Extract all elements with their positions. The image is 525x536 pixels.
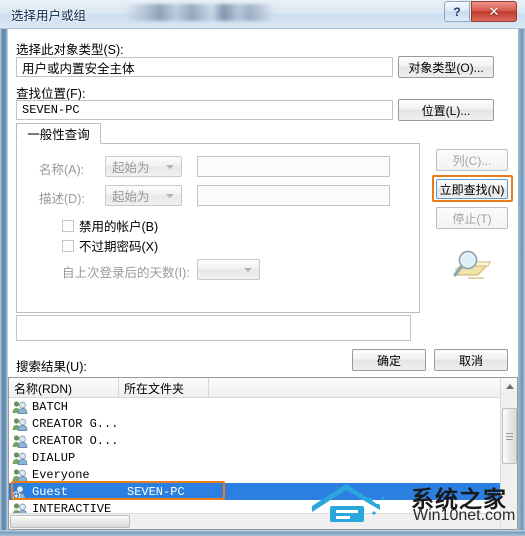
row-name: DIALUP	[32, 450, 76, 465]
table-row[interactable]: DIALUP	[9, 449, 517, 466]
scroll-up-button[interactable]	[501, 378, 517, 395]
cancel-button[interactable]: 取消	[434, 349, 508, 371]
window-controls: ? ✕	[444, 1, 517, 22]
row-name: CREATOR G...	[32, 416, 119, 431]
listview-header: 名称(RDN) 所在文件夹	[9, 378, 517, 398]
search-results-label: 搜索结果(U):	[16, 360, 87, 374]
magnifier-folder-icon	[448, 249, 492, 290]
tab-common-queries[interactable]: 一般性查询	[16, 123, 101, 144]
name-condition-value: 起始为	[112, 161, 150, 175]
table-row[interactable]: BATCH	[9, 398, 517, 415]
group-icon	[12, 451, 28, 465]
row-name: Everyone	[32, 467, 90, 482]
listview-rows: BATCH CREATOR G... CREATOR O... DIALUP Every…	[9, 398, 517, 529]
days-since-logon-combo[interactable]	[197, 259, 260, 280]
find-now-button[interactable]: 立即查找(N)	[436, 179, 508, 199]
group-icon	[12, 434, 28, 448]
title-bar: 选择用户或组 ? ✕	[0, 0, 525, 29]
search-results-listview[interactable]: 名称(RDN) 所在文件夹 BATCH CREATOR G... CREATOR O…	[8, 377, 518, 530]
common-queries-pane: 名称(A): 起始为 描述(D): 起始为 禁用的帐户(B) 不过期密码(X) …	[16, 143, 420, 313]
scroll-grip-icon	[506, 432, 513, 440]
chevron-down-icon	[166, 164, 174, 169]
disabled-accounts-checkbox[interactable]	[62, 219, 74, 232]
description-condition-value: 起始为	[112, 190, 150, 204]
select-users-or-groups-dialog: 选择用户或组 ? ✕ 选择此对象类型(S): 用户或内置安全主体 对象类型(O)…	[0, 0, 525, 536]
description-input[interactable]	[197, 185, 390, 206]
dialog-body: 选择此对象类型(S): 用户或内置安全主体 对象类型(O)... 查找位置(F)…	[8, 29, 518, 530]
window-title: 选择用户或组	[11, 9, 87, 23]
disabled-accounts-label: 禁用的帐户(B)	[79, 220, 159, 234]
window-frame-right	[518, 0, 525, 536]
chevron-up-icon	[505, 384, 514, 389]
chevron-down-icon	[244, 267, 252, 272]
columns-button[interactable]: 列(C)...	[436, 149, 508, 171]
chevron-down-icon	[166, 193, 174, 198]
name-condition-combo[interactable]: 起始为	[105, 156, 182, 177]
close-button[interactable]: ✕	[471, 1, 517, 22]
guest-row-highlight-ring	[11, 481, 225, 500]
non-expiring-password-label: 不过期密码(X)	[79, 240, 159, 254]
window-frame-left	[0, 0, 8, 536]
locations-button[interactable]: 位置(L)...	[398, 99, 494, 121]
column-header-folder[interactable]: 所在文件夹	[119, 378, 209, 397]
table-row[interactable]: CREATOR G...	[9, 415, 517, 432]
name-input[interactable]	[197, 156, 390, 177]
group-icon	[12, 400, 28, 414]
stop-button[interactable]: 停止(T)	[436, 207, 508, 229]
days-since-logon-label: 自上次登录后的天数(I):	[62, 266, 190, 280]
disabled-accounts-checkbox-row[interactable]: 禁用的帐户(B)	[62, 216, 158, 235]
object-types-button[interactable]: 对象类型(O)...	[398, 56, 494, 78]
description-label: 描述(D):	[39, 192, 85, 206]
selected-objects-box[interactable]	[16, 315, 411, 341]
location-value[interactable]: SEVEN-PC	[16, 100, 393, 120]
horizontal-scroll-thumb[interactable]	[10, 515, 130, 528]
group-icon	[12, 468, 28, 482]
help-button[interactable]: ?	[444, 1, 470, 22]
group-icon	[12, 417, 28, 431]
object-type-value[interactable]: 用户或内置安全主体	[16, 57, 393, 77]
object-type-label: 选择此对象类型(S):	[16, 43, 124, 57]
name-label: 名称(A):	[39, 163, 85, 177]
ok-button[interactable]: 确定	[352, 349, 426, 371]
blurred-title-region	[128, 4, 273, 21]
column-header-extra[interactable]	[209, 378, 517, 397]
non-expiring-password-checkbox[interactable]	[62, 239, 74, 252]
table-row[interactable]: CREATOR O...	[9, 432, 517, 449]
listview-horizontal-scrollbar[interactable]	[9, 513, 500, 529]
row-name: BATCH	[32, 399, 69, 414]
description-condition-combo[interactable]: 起始为	[105, 185, 182, 206]
vertical-scroll-thumb[interactable]	[502, 408, 517, 464]
non-expiring-password-checkbox-row[interactable]: 不过期密码(X)	[62, 236, 158, 255]
column-header-name[interactable]: 名称(RDN)	[9, 378, 119, 397]
window-frame-bottom	[0, 530, 525, 536]
listview-vertical-scrollbar[interactable]	[500, 378, 517, 529]
row-name: CREATOR O...	[32, 433, 119, 448]
